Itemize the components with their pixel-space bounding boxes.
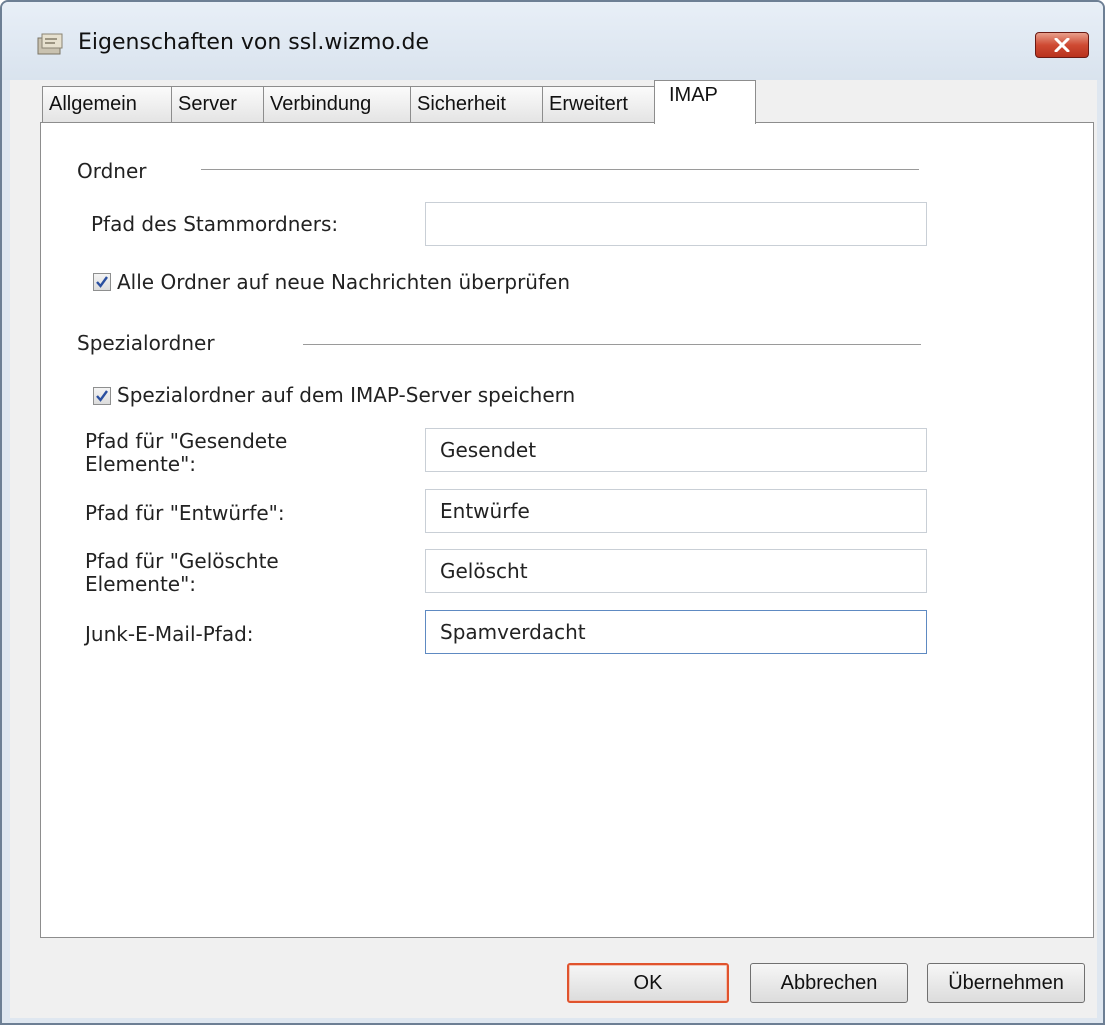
checkmark-icon: [96, 276, 108, 288]
store-on-server-checkbox[interactable]: [93, 387, 111, 405]
window-title: Eigenschaften von ssl.wizmo.de: [78, 30, 429, 55]
junk-path-input[interactable]: Spamverdacht: [425, 610, 927, 654]
tab-verbindung[interactable]: Verbindung: [263, 86, 411, 122]
sent-path-label-line2: Elemente":: [85, 452, 197, 476]
tab-erweitert[interactable]: Erweitert: [542, 86, 655, 122]
account-icon: [36, 32, 66, 56]
sent-path-label-line1: Pfad für "Gesendete: [85, 429, 288, 453]
properties-dialog: Eigenschaften von ssl.wizmo.de Allgemein…: [0, 0, 1105, 1025]
deleted-path-input[interactable]: Gelöscht: [425, 549, 927, 593]
store-on-server-label[interactable]: Spezialordner auf dem IMAP-Server speich…: [117, 384, 575, 407]
tab-server[interactable]: Server: [171, 86, 264, 122]
title-bar[interactable]: Eigenschaften von ssl.wizmo.de: [2, 2, 1103, 80]
drafts-path-label: Pfad für "Entwürfe":: [85, 501, 285, 525]
folders-divider: [201, 169, 919, 170]
close-icon: [1054, 37, 1070, 53]
deleted-path-label: Pfad für "Gelöschte Elemente":: [85, 550, 279, 596]
root-path-label: Pfad des Stammordners:: [91, 212, 339, 236]
apply-button[interactable]: Übernehmen: [927, 963, 1085, 1003]
special-folders-heading: Spezialordner: [77, 331, 215, 355]
checkmark-icon: [96, 390, 108, 402]
deleted-path-label-line1: Pfad für "Gelöschte: [85, 549, 279, 573]
root-path-input[interactable]: [425, 202, 927, 246]
junk-path-label: Junk-E-Mail-Pfad:: [85, 622, 254, 646]
close-button[interactable]: [1035, 32, 1089, 58]
sent-path-label: Pfad für "Gesendete Elemente":: [85, 430, 287, 476]
tab-sicherheit[interactable]: Sicherheit: [410, 86, 543, 122]
dialog-body: Allgemein Server Verbindung Sicherheit E…: [10, 80, 1097, 1018]
ok-button[interactable]: OK: [567, 963, 729, 1003]
check-all-folders-checkbox[interactable]: [93, 273, 111, 291]
sent-path-input[interactable]: Gesendet: [425, 428, 927, 472]
check-all-folders-label[interactable]: Alle Ordner auf neue Nachrichten überprü…: [117, 271, 570, 294]
tab-allgemein[interactable]: Allgemein: [42, 86, 172, 122]
folders-heading: Ordner: [77, 159, 147, 183]
imap-tab-panel: Ordner Pfad des Stammordners: Alle Ordne…: [40, 122, 1094, 938]
special-folders-divider: [303, 344, 921, 345]
drafts-path-input[interactable]: Entwürfe: [425, 489, 927, 533]
deleted-path-label-line2: Elemente":: [85, 572, 197, 596]
cancel-button[interactable]: Abbrechen: [750, 963, 908, 1003]
tab-imap[interactable]: IMAP: [654, 80, 756, 124]
